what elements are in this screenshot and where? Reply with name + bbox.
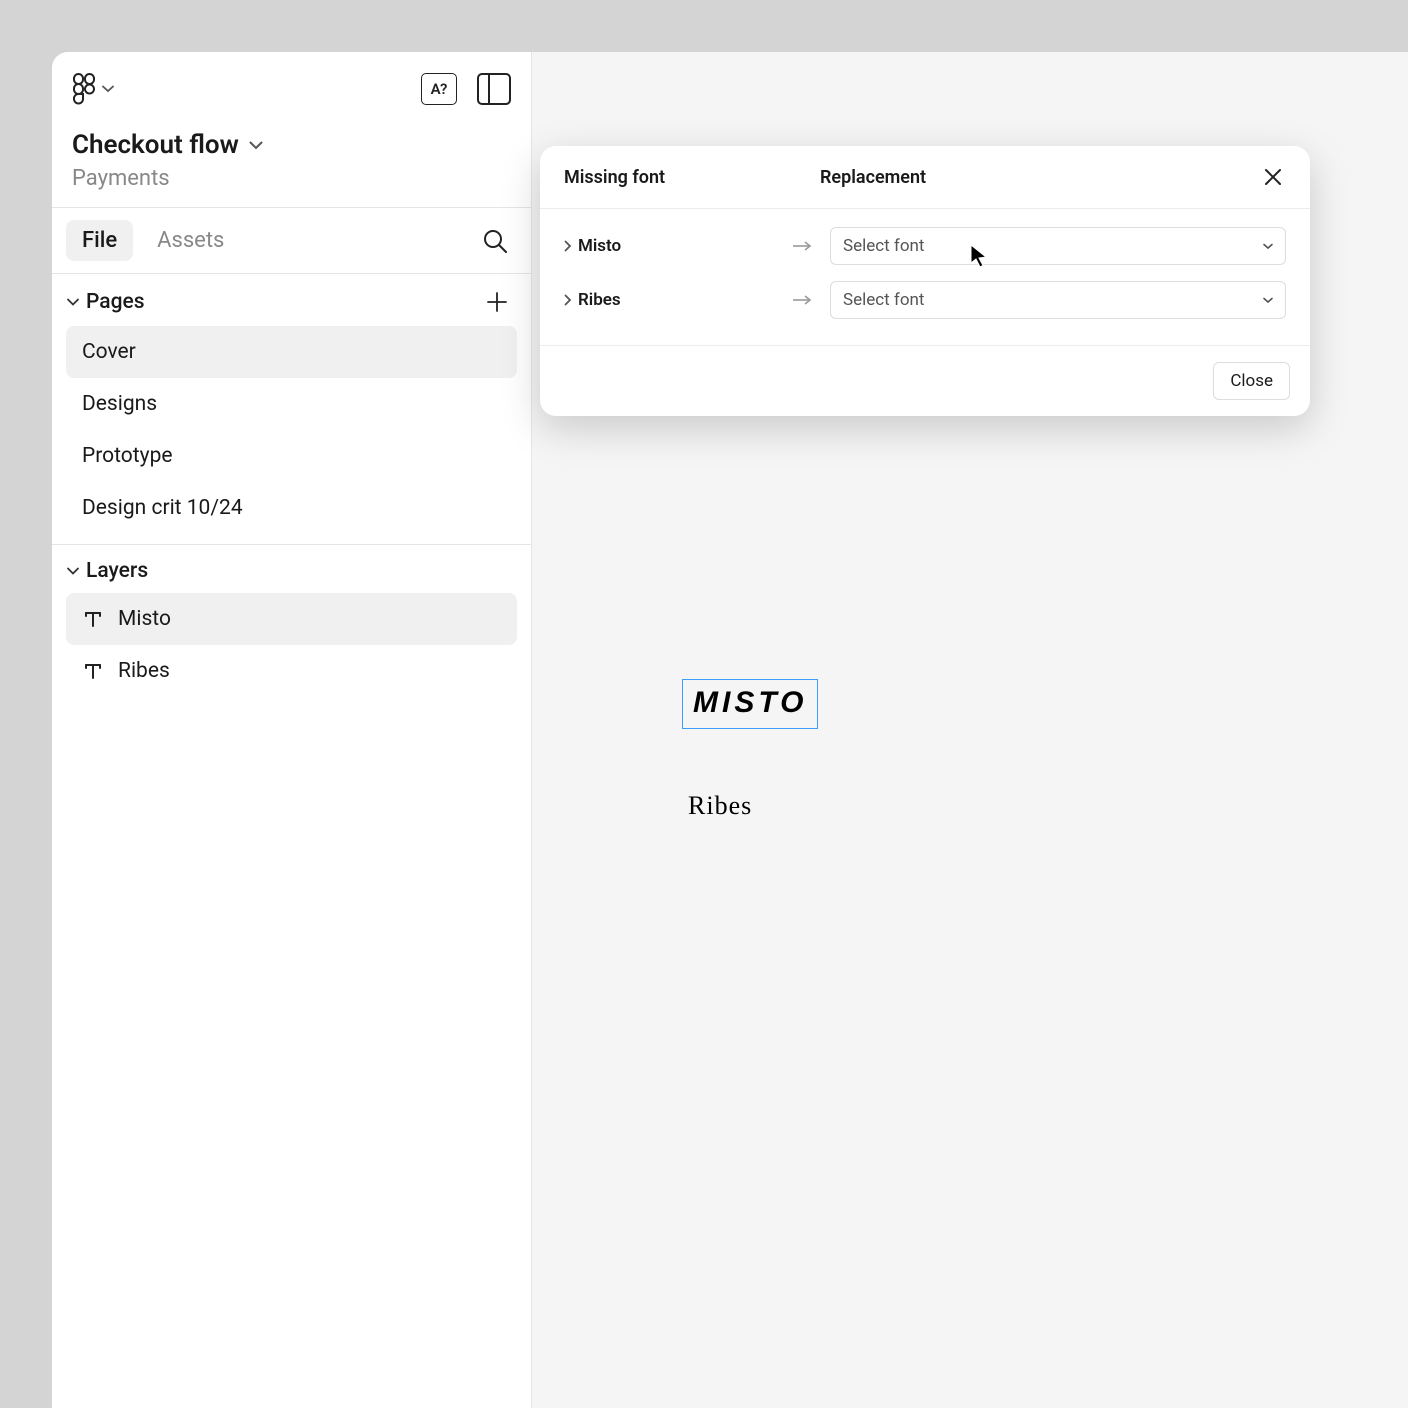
font-select-misto[interactable]: Select font	[830, 227, 1286, 265]
font-name: Ribes	[578, 290, 621, 310]
chevron-right-icon[interactable]	[564, 294, 572, 306]
sidebar-tabs: File Assets	[52, 207, 531, 274]
chevron-right-icon[interactable]	[564, 240, 572, 252]
page-item-design-crit[interactable]: Design crit 10/24	[66, 482, 517, 534]
sidebar-header: A? Checkout flow Payments	[52, 52, 531, 207]
close-icon	[1264, 168, 1282, 186]
modal-header: Missing font Replacement	[540, 146, 1310, 209]
page-item-designs[interactable]: Designs	[66, 378, 517, 430]
project-subtitle[interactable]: Payments	[72, 166, 511, 191]
layer-label: Misto	[118, 607, 171, 631]
modal-close-x[interactable]	[1260, 164, 1286, 190]
font-row-ribes: Ribes Select font	[564, 273, 1286, 327]
layers-title: Layers	[86, 559, 148, 583]
canvas-text-misto[interactable]: MISTO	[682, 679, 818, 729]
missing-font-button[interactable]: A?	[421, 73, 457, 105]
top-icon-group: A?	[421, 73, 511, 105]
chevron-down-icon	[249, 141, 263, 150]
text-layer-icon	[82, 660, 104, 682]
plus-icon	[486, 291, 508, 313]
font-select-ribes[interactable]: Select font	[830, 281, 1286, 319]
missing-fonts-modal: Missing font Replacement Misto Select fo…	[540, 146, 1310, 416]
font-row-misto: Misto Select font	[564, 219, 1286, 273]
page-label: Prototype	[82, 444, 173, 468]
left-sidebar: A? Checkout flow Payments File Assets	[52, 52, 532, 1408]
chevron-down-icon[interactable]	[66, 297, 80, 307]
page-item-cover[interactable]: Cover	[66, 326, 517, 378]
project-title-row[interactable]: Checkout flow	[72, 130, 511, 160]
font-name: Misto	[578, 236, 621, 256]
tab-file[interactable]: File	[66, 220, 133, 261]
add-page-button[interactable]	[483, 288, 511, 316]
page-label: Designs	[82, 392, 157, 416]
page-label: Design crit 10/24	[82, 496, 243, 520]
select-placeholder: Select font	[843, 290, 925, 310]
layer-item-ribes[interactable]: Ribes	[66, 645, 517, 697]
tab-assets[interactable]: Assets	[141, 220, 240, 261]
pages-section-header: Pages	[52, 274, 531, 326]
arrow-right-icon	[792, 240, 820, 252]
layer-item-misto[interactable]: Misto	[66, 593, 517, 645]
panel-toggle-button[interactable]	[477, 73, 511, 105]
chevron-down-icon[interactable]	[66, 566, 80, 576]
search-button[interactable]	[479, 225, 511, 257]
chevron-down-icon	[102, 85, 114, 93]
layers-section-header: Layers	[52, 545, 531, 593]
search-icon	[482, 228, 508, 254]
modal-col-missing-font: Missing font	[564, 167, 820, 188]
modal-footer: Close	[540, 346, 1310, 416]
text-layer-icon	[82, 608, 104, 630]
sidebar-top-row: A?	[72, 72, 511, 106]
page-item-prototype[interactable]: Prototype	[66, 430, 517, 482]
select-placeholder: Select font	[843, 236, 925, 256]
modal-col-replacement: Replacement	[820, 167, 1260, 188]
project-title: Checkout flow	[72, 130, 239, 160]
layer-label: Ribes	[118, 659, 170, 683]
figma-logo-icon	[72, 72, 96, 106]
modal-body: Misto Select font Ribes	[540, 209, 1310, 346]
canvas-text-ribes[interactable]: Ribes	[688, 791, 752, 821]
page-label: Cover	[82, 340, 136, 364]
layer-list: Misto Ribes	[52, 593, 531, 707]
chevron-down-icon	[1263, 243, 1273, 250]
close-button[interactable]: Close	[1213, 362, 1290, 400]
pages-title: Pages	[86, 290, 145, 314]
arrow-right-icon	[792, 294, 820, 306]
page-list: Cover Designs Prototype Design crit 10/2…	[52, 326, 531, 544]
chevron-down-icon	[1263, 297, 1273, 304]
figma-menu[interactable]	[72, 72, 114, 106]
